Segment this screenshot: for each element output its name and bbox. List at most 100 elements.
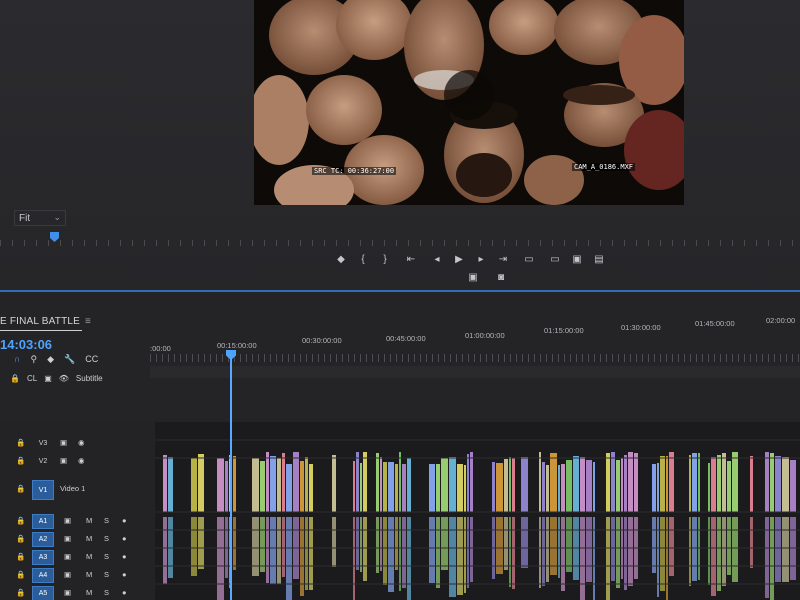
audio-clip[interactable] [660,517,665,591]
video-clip[interactable] [198,454,204,512]
mic-icon[interactable]: ● [122,534,127,543]
video-clip[interactable] [217,458,224,512]
mark-in-button[interactable]: { [352,250,374,268]
video-clip[interactable] [770,453,774,512]
video-clip[interactable] [492,462,495,512]
video-clip[interactable] [270,456,276,512]
mute-button[interactable]: M [86,552,92,561]
video-clip[interactable] [441,458,448,512]
audio-clip[interactable] [376,517,379,573]
work-area-bar[interactable] [150,366,800,378]
video-clip[interactable] [660,456,665,512]
audio-clip[interactable] [504,517,508,570]
track-id-v1[interactable]: V1 [32,480,54,500]
video-clip[interactable] [689,455,691,512]
track-id-v2[interactable]: V2 [32,454,54,469]
playhead-timecode[interactable]: 14:03:06 [0,337,52,352]
audio-clip[interactable] [282,517,285,577]
video-clip[interactable] [356,452,359,512]
sync-lock-icon[interactable]: ▣ [64,534,71,543]
audio-clip[interactable] [457,517,463,595]
lock-icon[interactable]: 🔒 [16,570,25,579]
video-clip[interactable] [449,457,456,512]
mic-icon[interactable]: ● [122,588,127,597]
audio-clip[interactable] [628,517,633,586]
sync-lock-icon[interactable]: ▣ [60,438,67,447]
video-clip[interactable] [558,465,560,512]
video-clip[interactable] [260,461,265,512]
audio-clip[interactable] [692,517,697,581]
solo-button[interactable]: S [104,516,109,525]
video-clip[interactable] [657,463,659,512]
linked-selection-icon[interactable]: ⚲ [31,354,38,366]
video-clip[interactable] [464,465,466,512]
mic-icon[interactable]: ● [122,516,127,525]
video-clip[interactable] [376,453,379,512]
video-clip[interactable] [580,457,585,512]
audio-clip[interactable] [260,517,265,572]
video-clip[interactable] [550,453,557,512]
step-back-button[interactable]: ◂ [426,250,448,268]
audio-clip[interactable] [464,517,466,593]
audio-clip[interactable] [163,517,167,584]
audio-clip[interactable] [356,517,359,570]
audio-clip[interactable] [305,517,308,590]
video-clip[interactable] [467,454,469,512]
video-clip[interactable] [305,457,308,512]
solo-button[interactable]: S [104,552,109,561]
camera-icon[interactable]: ◙ [490,268,512,286]
comparison-view-button[interactable]: ▣ [462,268,484,286]
audio-clip[interactable] [708,517,710,585]
audio-clip[interactable] [436,517,440,588]
tab-sequence[interactable]: E FINAL BATTLE ≡ [0,316,91,327]
audio-clip[interactable] [383,517,387,585]
audio-clip[interactable] [561,517,565,591]
export-frame-button[interactable]: ▣ [566,250,588,268]
video-clip[interactable] [380,457,382,512]
track-id-a4[interactable]: A4 [32,568,54,583]
lift-button[interactable]: ▭ [514,250,544,268]
audio-clip[interactable] [360,517,362,572]
mark-out-button[interactable]: } [374,250,396,268]
video-clip[interactable] [282,453,285,512]
video-clip[interactable] [539,452,541,512]
audio-clip[interactable] [270,517,276,584]
sync-lock-icon[interactable]: ▣ [60,456,67,465]
solo-button[interactable]: S [104,534,109,543]
add-marker-icon[interactable]: ◆ [47,354,54,366]
audio-clip[interactable] [586,517,592,582]
video-clip[interactable] [395,464,398,512]
video-clip[interactable] [353,461,355,512]
track-area[interactable] [155,422,800,600]
lock-icon[interactable]: 🔒 [10,374,20,383]
video-clip[interactable] [652,464,656,512]
sync-lock-icon[interactable]: ▣ [64,570,71,579]
track-id-v3[interactable]: V3 [32,436,54,451]
video-clip[interactable] [692,453,697,512]
audio-clip[interactable] [732,517,738,582]
video-clip[interactable] [470,452,473,512]
video-clip[interactable] [542,462,545,512]
video-clip[interactable] [512,458,515,512]
audio-clip[interactable] [606,517,610,600]
video-clip[interactable] [407,458,411,512]
video-clip[interactable] [225,461,228,512]
video-clip[interactable] [750,456,753,512]
video-clip[interactable] [790,460,796,512]
track-id-a3[interactable]: A3 [32,550,54,565]
video-clip[interactable] [765,452,769,512]
audio-clip[interactable] [496,517,503,574]
video-clip[interactable] [388,462,394,512]
lock-icon[interactable]: 🔒 [16,588,25,597]
video-clip[interactable] [616,460,620,512]
video-clip[interactable] [332,455,336,512]
audio-clip[interactable] [770,517,774,600]
video-clip[interactable] [698,453,700,512]
lock-icon[interactable]: 🔒 [16,438,25,447]
video-clip[interactable] [717,455,721,512]
video-clip[interactable] [606,453,610,512]
button-editor-button[interactable]: ▤ [588,250,610,268]
video-clip[interactable] [436,464,440,512]
eye-icon[interactable]: 👁 [59,374,69,383]
video-clip[interactable] [402,464,406,512]
